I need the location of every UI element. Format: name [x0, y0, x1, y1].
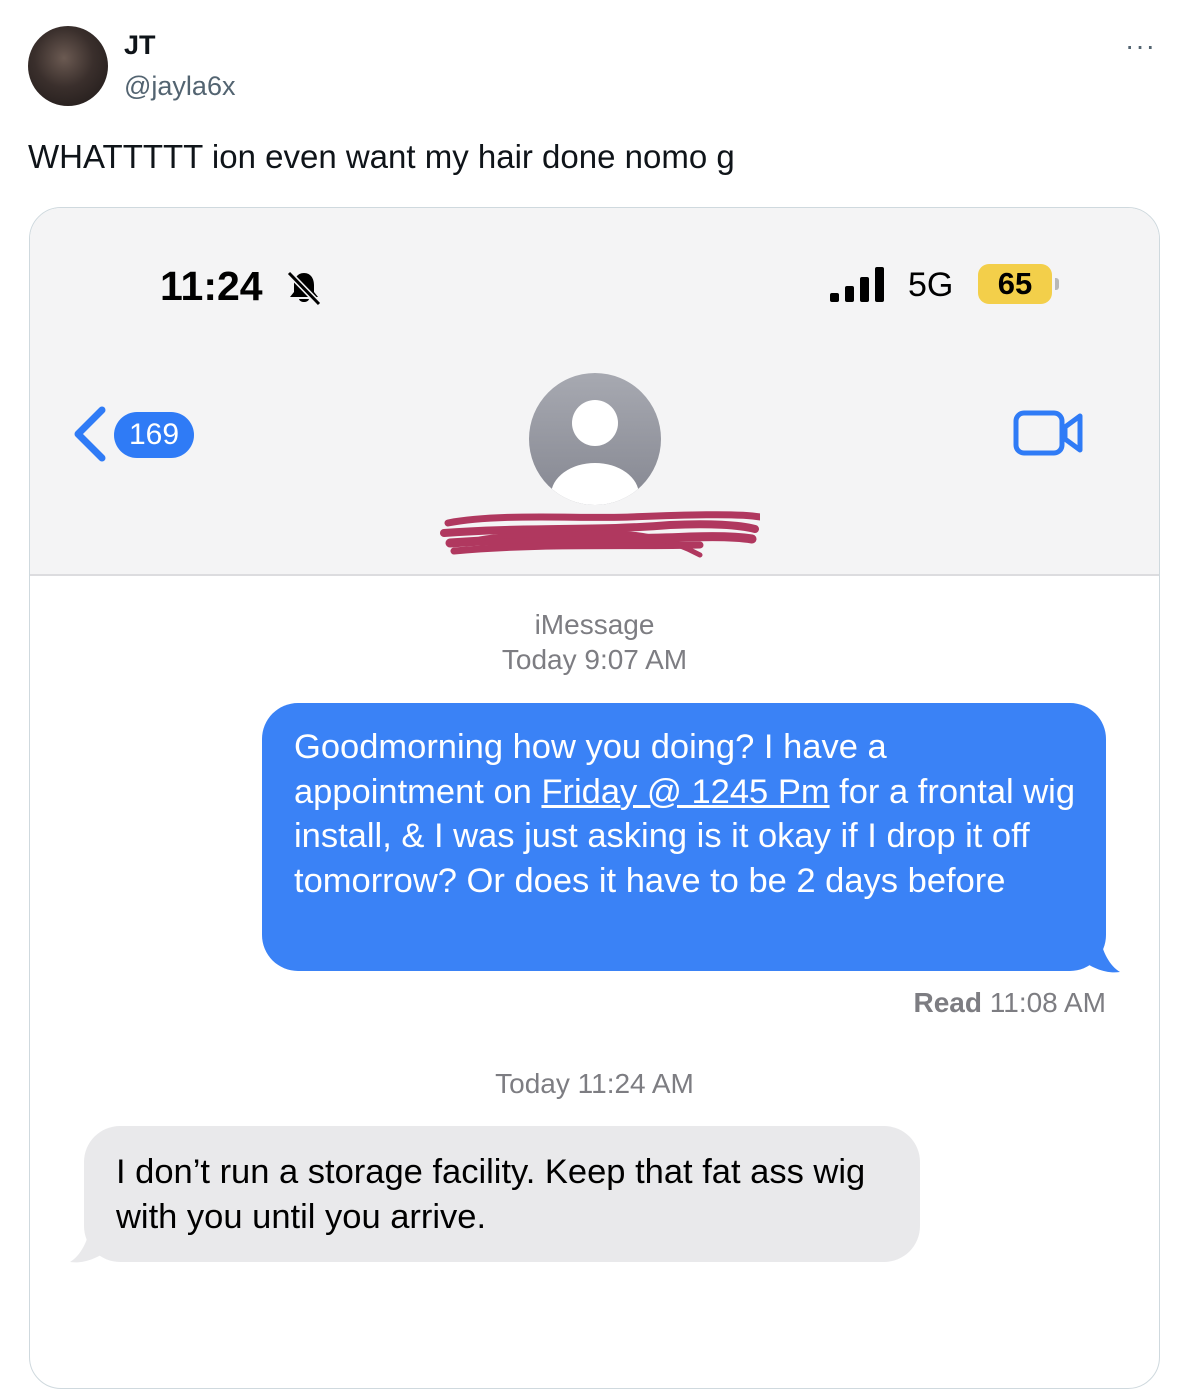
profile-avatar[interactable]: [28, 26, 108, 106]
battery-nub: [1055, 278, 1059, 290]
outgoing-message-bubble[interactable]: Goodmorning how you doing? I have a appo…: [262, 703, 1106, 971]
read-receipt: Read 11:08 AM: [914, 987, 1106, 1019]
bell-slash-icon: [286, 270, 322, 306]
tweet-media[interactable]: 11:24 5G 65 169 iMessage Today 9:07 AM G…: [29, 207, 1160, 1389]
video-camera-icon[interactable]: [1013, 408, 1085, 458]
date-link[interactable]: Friday @ 1245 Pm: [541, 773, 829, 811]
tweet-text: WHATTTTT ion even want my hair done nomo…: [28, 138, 735, 175]
status-time: 11:24: [160, 263, 263, 309]
contact-avatar-icon[interactable]: [529, 373, 661, 505]
read-label: Read: [913, 987, 982, 1018]
messages-header: 11:24 5G 65 169: [30, 208, 1159, 576]
more-icon[interactable]: ···: [1125, 30, 1156, 62]
network-type: 5G: [908, 266, 954, 304]
unread-count-badge[interactable]: 169: [114, 412, 194, 458]
author-handle[interactable]: @jayla6x: [124, 71, 235, 102]
message-timestamp: Today 9:07 AM: [501, 644, 688, 675]
service-label: iMessage: [534, 609, 655, 640]
message-timestamp: Today 11:24 AM: [495, 1068, 694, 1099]
redacted-contact-name: [440, 511, 760, 558]
chevron-left-icon[interactable]: [72, 406, 108, 462]
battery-icon: 65: [978, 264, 1052, 304]
read-time: 11:08 AM: [989, 987, 1106, 1018]
incoming-message-bubble[interactable]: I don’t run a storage facility. Keep tha…: [84, 1126, 920, 1262]
signal-icon: [830, 267, 884, 302]
outgoing-bubble-tail: [1080, 936, 1120, 973]
incoming-bubble-tail: [70, 1226, 110, 1263]
author-name[interactable]: JT: [124, 30, 156, 61]
